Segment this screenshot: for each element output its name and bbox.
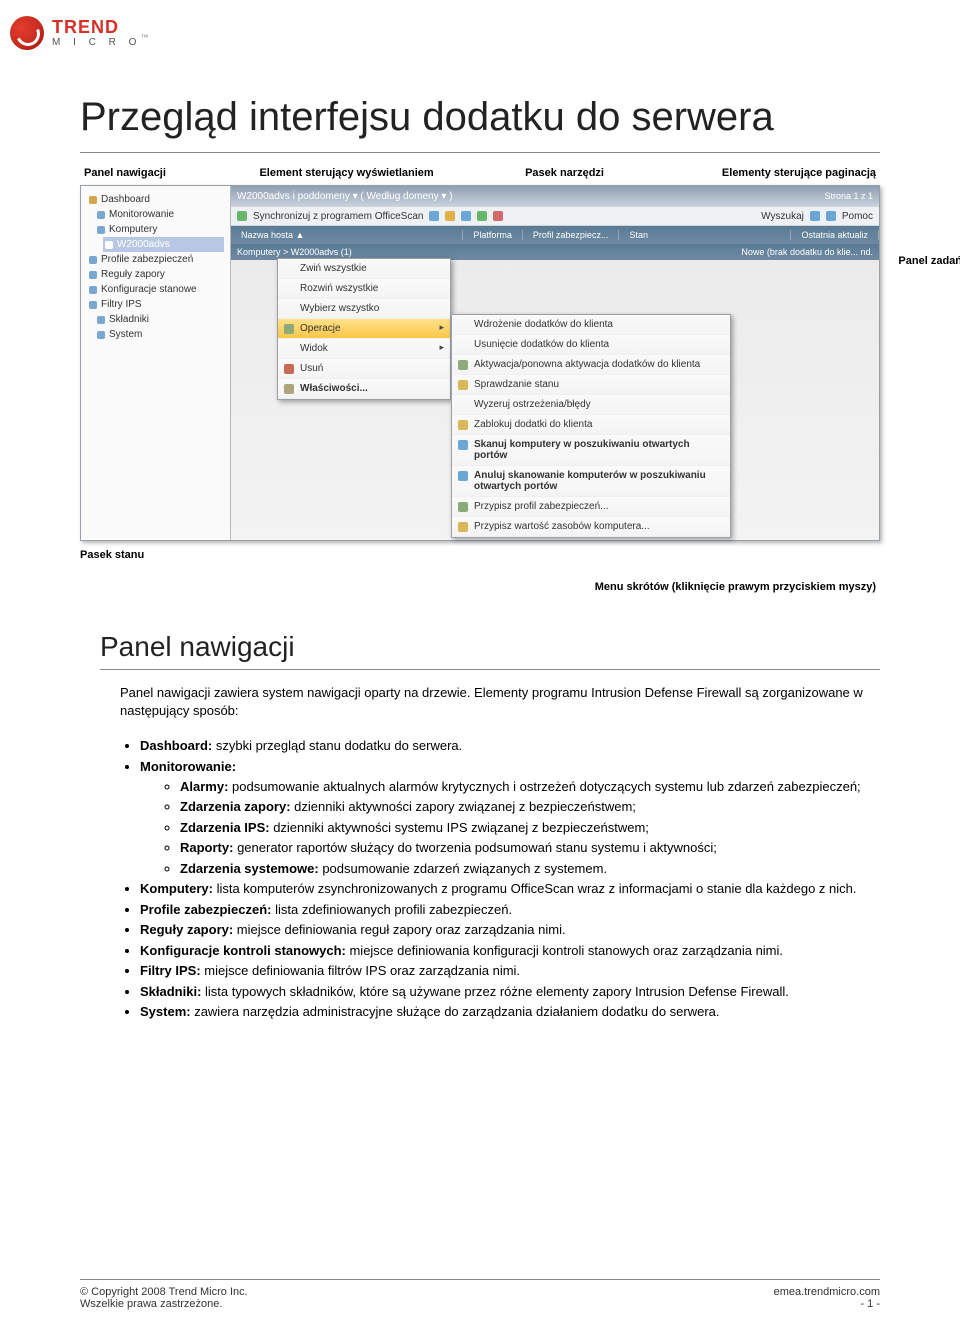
footer-url: emea.trendmicro.com (774, 1286, 880, 1298)
callout-toolbar: Pasek narzędzi (505, 167, 700, 179)
nav-state-configs[interactable]: Konfiguracje stanowe (87, 282, 224, 297)
page-number: - 1 - (774, 1298, 880, 1310)
brand-name: TREND (52, 18, 141, 36)
ctx-item[interactable]: Zwiń wszystkie (278, 259, 450, 279)
nav-monitoring[interactable]: Monitorowanie (87, 207, 224, 222)
col-hostname[interactable]: Nazwa hosta ▲ (231, 230, 463, 240)
group-status: Nowe (brak dodatku do klie... nd. (741, 247, 873, 257)
list-item: Profile zabezpieczeń: lista zdefiniowany… (140, 901, 880, 919)
callout-display-control: Element sterujący wyświetlaniem (259, 167, 505, 179)
divider (80, 152, 880, 153)
intro-paragraph: Panel nawigacji zawiera system nawigacji… (0, 684, 960, 719)
help-label[interactable]: Pomoc (842, 211, 873, 222)
list-item: Reguły zapory: miejsce definiowania regu… (140, 921, 880, 939)
list-item: Składniki: lista typowych składników, kt… (140, 983, 880, 1001)
ctx-item[interactable]: Operacje (278, 319, 450, 339)
delete-icon[interactable] (493, 211, 503, 221)
list-item: Zdarzenia systemowe: podsumowanie zdarze… (180, 860, 880, 878)
screenshot-nav-panel: Dashboard Monitorowanie Komputery W2000a… (81, 186, 231, 540)
tool-icon[interactable] (461, 211, 471, 221)
grid-header[interactable]: Nazwa hosta ▲ Platforma Profil zabezpiec… (231, 226, 879, 244)
callout-pagination: Elementy sterujące paginacją (701, 167, 876, 179)
list-item: Zdarzenia zapory: dzienniki aktywności z… (180, 798, 880, 816)
list-item: Monitorowanie:Alarmy: podsumowanie aktua… (140, 758, 880, 879)
submenu-item[interactable]: Wyzeruj ostrzeżenia/błędy (452, 395, 730, 415)
callout-task-panel: Panel zadań (898, 255, 960, 267)
brand-sub: M I C R O (52, 38, 141, 48)
sync-icon[interactable] (237, 211, 247, 221)
submenu-item[interactable]: Zablokuj dodatki do klienta (452, 415, 730, 435)
list-item: Alarmy: podsumowanie aktualnych alarmów … (180, 778, 880, 796)
copyright: © Copyright 2008 Trend Micro Inc. (80, 1286, 248, 1298)
list-item: System: zawiera narzędzia administracyjn… (140, 1003, 880, 1021)
submenu-item[interactable]: Przypisz profil zabezpieczeń... (452, 497, 730, 517)
sync-button[interactable]: Synchronizuj z programem OfficeScan (253, 211, 423, 222)
interface-diagram: Panel nawigacji Element sterujący wyświe… (80, 167, 880, 593)
nav-computers[interactable]: Komputery (87, 222, 224, 237)
submenu-item[interactable]: Sprawdzanie stanu (452, 375, 730, 395)
context-menu: Zwiń wszystkieRozwiń wszystkieWybierz ws… (277, 258, 451, 400)
tool-icon[interactable] (445, 211, 455, 221)
divider (100, 669, 880, 670)
nav-system[interactable]: System (87, 327, 224, 342)
list-item: Komputery: lista komputerów zsynchronizo… (140, 880, 880, 898)
ctx-item[interactable]: Widok (278, 339, 450, 359)
nav-ips-filters[interactable]: Filtry IPS (87, 297, 224, 312)
nav-dashboard[interactable]: Dashboard (87, 192, 224, 207)
context-submenu: Wdrożenie dodatków do klientaUsunięcie d… (451, 314, 731, 538)
ctx-item[interactable]: Wybierz wszystko (278, 299, 450, 319)
screenshot-toolbar: Synchronizuj z programem OfficeScan Wysz… (231, 206, 879, 226)
submenu-item[interactable]: Przypisz wartość zasobów komputera... (452, 517, 730, 537)
nav-computer-selected[interactable]: W2000advs (103, 237, 224, 252)
section-title: Panel nawigacji (0, 611, 960, 667)
submenu-item[interactable]: Anuluj skanowanie komputerów w poszukiwa… (452, 466, 730, 497)
submenu-item[interactable]: Skanuj komputery w poszukiwaniu otwartyc… (452, 435, 730, 466)
help-icon[interactable] (826, 211, 836, 221)
nav-components[interactable]: Składniki (87, 312, 224, 327)
list-item: Dashboard: szybki przegląd stanu dodatku… (140, 737, 880, 755)
ctx-item[interactable]: Usuń (278, 359, 450, 379)
callout-shortcut-menu: Menu skrótów (kliknięcie prawym przycisk… (80, 581, 880, 593)
brand-logo: TREND M I C R O (0, 10, 960, 56)
nav-firewall-rules[interactable]: Reguły zapory (87, 267, 224, 282)
display-control[interactable]: W2000advs i poddomeny ▾ ( Według domeny … (237, 191, 453, 202)
col-lastupdate[interactable]: Ostatnia aktualiz (791, 230, 879, 240)
list-item: Zdarzenia IPS: dzienniki aktywności syst… (180, 819, 880, 837)
divider (80, 1279, 880, 1280)
col-platform[interactable]: Platforma (463, 230, 523, 240)
callout-status-bar: Pasek stanu (80, 549, 880, 561)
page-footer: © Copyright 2008 Trend Micro Inc. Wszelk… (0, 1286, 960, 1310)
col-profile[interactable]: Profil zabezpiecz... (523, 230, 620, 240)
rights: Wszelkie prawa zastrzeżone. (80, 1298, 248, 1310)
ctx-item[interactable]: Właściwości... (278, 379, 450, 399)
page-title: Przegląd interfejsu dodatku do serwera (80, 92, 880, 142)
tool-icon[interactable] (477, 211, 487, 221)
ctx-item[interactable]: Rozwiń wszystkie (278, 279, 450, 299)
search-icon[interactable] (810, 211, 820, 221)
bullet-list: Dashboard: szybki przegląd stanu dodatku… (140, 737, 880, 1021)
group-path: Komputery > W2000advs (1) (237, 247, 352, 257)
pagination-control[interactable]: Strona 1 z 1 (824, 191, 873, 201)
search-label[interactable]: Wyszukaj (761, 211, 804, 222)
submenu-item[interactable]: Aktywacja/ponowna aktywacja dodatków do … (452, 355, 730, 375)
list-item: Filtry IPS: miejsce definiowania filtrów… (140, 962, 880, 980)
list-item: Raporty: generator raportów służący do t… (180, 839, 880, 857)
submenu-item[interactable]: Usunięcie dodatków do klienta (452, 335, 730, 355)
callout-nav-panel: Panel nawigacji (84, 167, 259, 179)
submenu-item[interactable]: Wdrożenie dodatków do klienta (452, 315, 730, 335)
swirl-icon (10, 16, 44, 50)
nav-security-profiles[interactable]: Profile zabezpieczeń (87, 252, 224, 267)
col-state[interactable]: Stan (619, 230, 791, 240)
tool-icon[interactable] (429, 211, 439, 221)
list-item: Konfiguracje kontroli stanowych: miejsce… (140, 942, 880, 960)
